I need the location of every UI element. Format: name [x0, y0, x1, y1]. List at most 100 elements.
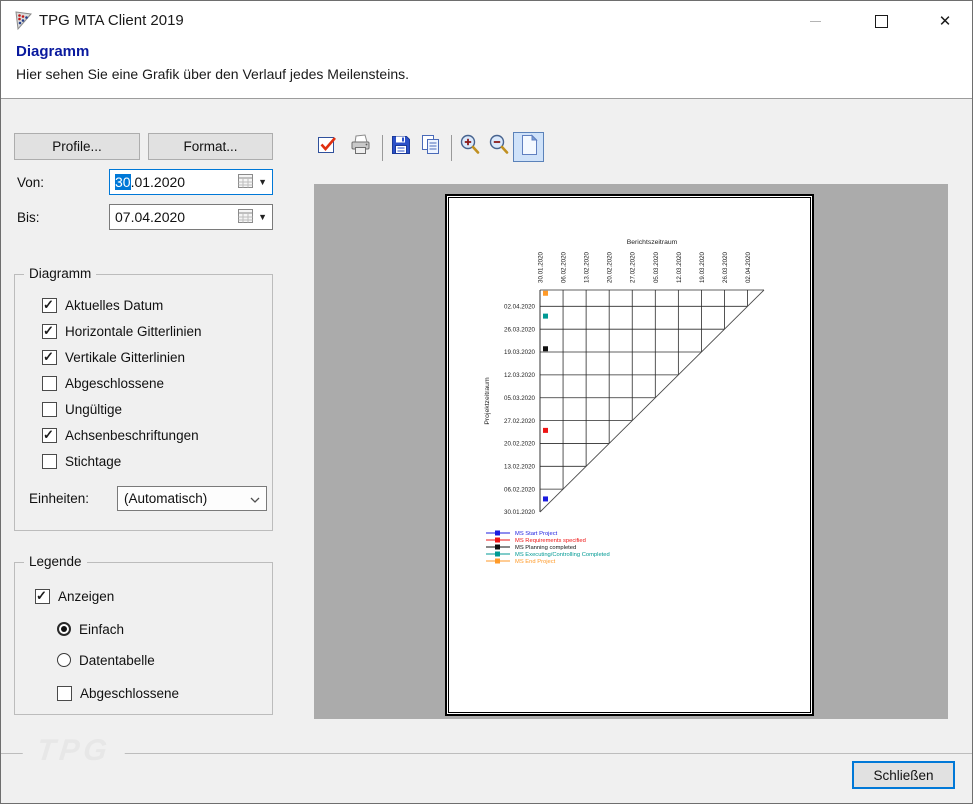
bis-label: Bis:	[17, 210, 40, 225]
format-button[interactable]: Format...	[148, 133, 273, 160]
preview-area: 30.01.202006.02.202013.02.202020.02.2020…	[314, 184, 948, 719]
calendar-icon[interactable]	[238, 209, 253, 226]
calendar-icon[interactable]	[238, 174, 253, 191]
von-value-selected-text: 30	[115, 174, 131, 190]
checkbox-box[interactable]	[42, 298, 57, 313]
page-subtitle: Hier sehen Sie eine Grafik über den Verl…	[16, 66, 409, 82]
svg-text:MS End Project: MS End Project	[515, 559, 556, 565]
bis-dropdown-arrow-icon[interactable]: ▼	[258, 213, 267, 222]
svg-text:12.03.2020: 12.03.2020	[676, 251, 683, 283]
von-date-input[interactable]: 30.01.2020 ▼	[109, 169, 273, 195]
bis-date-input[interactable]: 07.04.2020 ▼	[109, 204, 273, 230]
svg-text:02.04.2020: 02.04.2020	[504, 304, 536, 311]
page-title: Diagramm	[16, 43, 89, 60]
validate-report-icon	[315, 133, 339, 162]
copy-icon	[419, 133, 443, 162]
close-button-titlebar[interactable]: ✕	[922, 5, 968, 37]
checkbox-ungueltige[interactable]: Ungültige	[42, 400, 122, 418]
diagram-options-group: Diagramm Aktuelles Datum Horizontale Git…	[14, 274, 273, 531]
checkbox-box[interactable]	[42, 376, 57, 391]
zoom-out-icon	[487, 133, 511, 162]
full-page-view-icon	[518, 133, 540, 162]
checkbox-horizontale-gitterlinien[interactable]: Horizontale Gitterlinien	[42, 322, 202, 340]
radio-einfach[interactable]: Einfach	[57, 620, 124, 638]
tpg-watermark: TPG	[21, 734, 126, 768]
svg-text:MS Executing/Controlling Compl: MS Executing/Controlling Completed	[515, 552, 610, 558]
checkbox-box[interactable]	[42, 454, 57, 469]
copy-button[interactable]	[417, 133, 445, 161]
save-button[interactable]	[387, 133, 415, 161]
checkbox-abgeschlossene[interactable]: Abgeschlossene	[42, 374, 164, 392]
dialog-window: TPG MTA Client 2019 ✕ Diagramm Hier sehe…	[0, 0, 973, 804]
print-icon	[348, 133, 373, 162]
zoom-out-button[interactable]	[485, 133, 513, 161]
svg-text:30.01.2020: 30.01.2020	[504, 509, 536, 516]
app-logo-icon	[14, 10, 34, 37]
checkbox-legende-abgeschlossene[interactable]: Abgeschlossene	[57, 684, 179, 702]
schliessen-button[interactable]: Schließen	[852, 761, 955, 789]
svg-text:12.03.2020: 12.03.2020	[504, 372, 536, 379]
maximize-button[interactable]	[858, 5, 904, 37]
bis-value-text: 07.04.2020	[115, 209, 185, 225]
maximize-icon	[875, 15, 888, 28]
checkbox-aktuelles-datum[interactable]: Aktuelles Datum	[42, 296, 163, 314]
checkbox-box[interactable]	[42, 350, 57, 365]
checkbox-label: Stichtage	[65, 454, 121, 469]
report-page: 30.01.202006.02.202013.02.202020.02.2020…	[448, 197, 811, 713]
checkbox-label: Achsenbeschriftungen	[65, 428, 199, 443]
svg-text:MS Planning completed: MS Planning completed	[515, 545, 576, 551]
einheiten-select[interactable]: (Automatisch)	[117, 486, 267, 511]
checkbox-label: Aktuelles Datum	[65, 298, 163, 313]
radio-button[interactable]	[57, 653, 71, 667]
checkbox-box[interactable]	[57, 686, 72, 701]
svg-text:06.02.2020: 06.02.2020	[504, 486, 536, 493]
checkbox-label: Ungültige	[65, 402, 122, 417]
svg-text:13.02.2020: 13.02.2020	[504, 463, 536, 470]
checkbox-anzeigen[interactable]: Anzeigen	[35, 587, 114, 605]
profile-button[interactable]: Profile...	[14, 133, 140, 160]
von-dropdown-arrow-icon[interactable]: ▼	[258, 178, 267, 187]
minimize-icon	[810, 21, 821, 22]
close-icon: ✕	[939, 12, 952, 30]
svg-text:27.02.2020: 27.02.2020	[630, 251, 637, 283]
format-button-label: Format...	[183, 139, 237, 154]
zoom-in-icon	[458, 133, 482, 162]
full-page-view-button[interactable]	[513, 132, 544, 162]
schliessen-button-label: Schließen	[873, 768, 933, 783]
von-label: Von:	[17, 175, 44, 190]
svg-text:MS Start Project: MS Start Project	[515, 531, 558, 537]
title-header-zone: TPG MTA Client 2019 ✕ Diagramm Hier sehe…	[1, 1, 972, 99]
window-title: TPG MTA Client 2019	[39, 12, 184, 29]
checkbox-box[interactable]	[35, 589, 50, 604]
radio-datentabelle[interactable]: Datentabelle	[57, 651, 155, 669]
svg-text:19.03.2020: 19.03.2020	[504, 349, 536, 356]
zoom-in-button[interactable]	[456, 133, 484, 161]
chevron-down-icon	[250, 491, 260, 506]
svg-text:Berichtszeitraum: Berichtszeitraum	[627, 239, 678, 246]
legend-options-group: Legende Anzeigen Einfach Datentabelle Ab…	[14, 562, 273, 715]
radio-button[interactable]	[57, 622, 71, 636]
svg-text:26.03.2020: 26.03.2020	[722, 251, 729, 283]
checkbox-label: Abgeschlossene	[80, 686, 179, 701]
checkbox-label: Horizontale Gitterlinien	[65, 324, 202, 339]
von-value-rest-text: .01.2020	[131, 174, 186, 190]
checkbox-achsenbeschriftungen[interactable]: Achsenbeschriftungen	[42, 426, 199, 444]
print-button[interactable]	[346, 133, 374, 161]
checkbox-box[interactable]	[42, 324, 57, 339]
checkbox-vertikale-gitterlinien[interactable]: Vertikale Gitterlinien	[42, 348, 185, 366]
profile-button-label: Profile...	[52, 139, 102, 154]
svg-text:06.02.2020: 06.02.2020	[561, 251, 568, 283]
svg-text:30.01.2020: 30.01.2020	[538, 251, 545, 283]
footer-divider	[1, 753, 973, 754]
mta-chart: 30.01.202006.02.202013.02.202020.02.2020…	[449, 198, 812, 714]
checkbox-stichtage[interactable]: Stichtage	[42, 452, 121, 470]
einheiten-selected-value: (Automatisch)	[124, 491, 207, 506]
svg-text:27.02.2020: 27.02.2020	[504, 418, 536, 425]
checkbox-label: Abgeschlossene	[65, 376, 164, 391]
minimize-button[interactable]	[792, 5, 838, 37]
svg-text:Projektzeitraum: Projektzeitraum	[484, 377, 491, 425]
checkbox-box[interactable]	[42, 402, 57, 417]
diagram-group-title: Diagramm	[24, 266, 96, 281]
validate-report-button[interactable]	[313, 133, 341, 161]
checkbox-box[interactable]	[42, 428, 57, 443]
